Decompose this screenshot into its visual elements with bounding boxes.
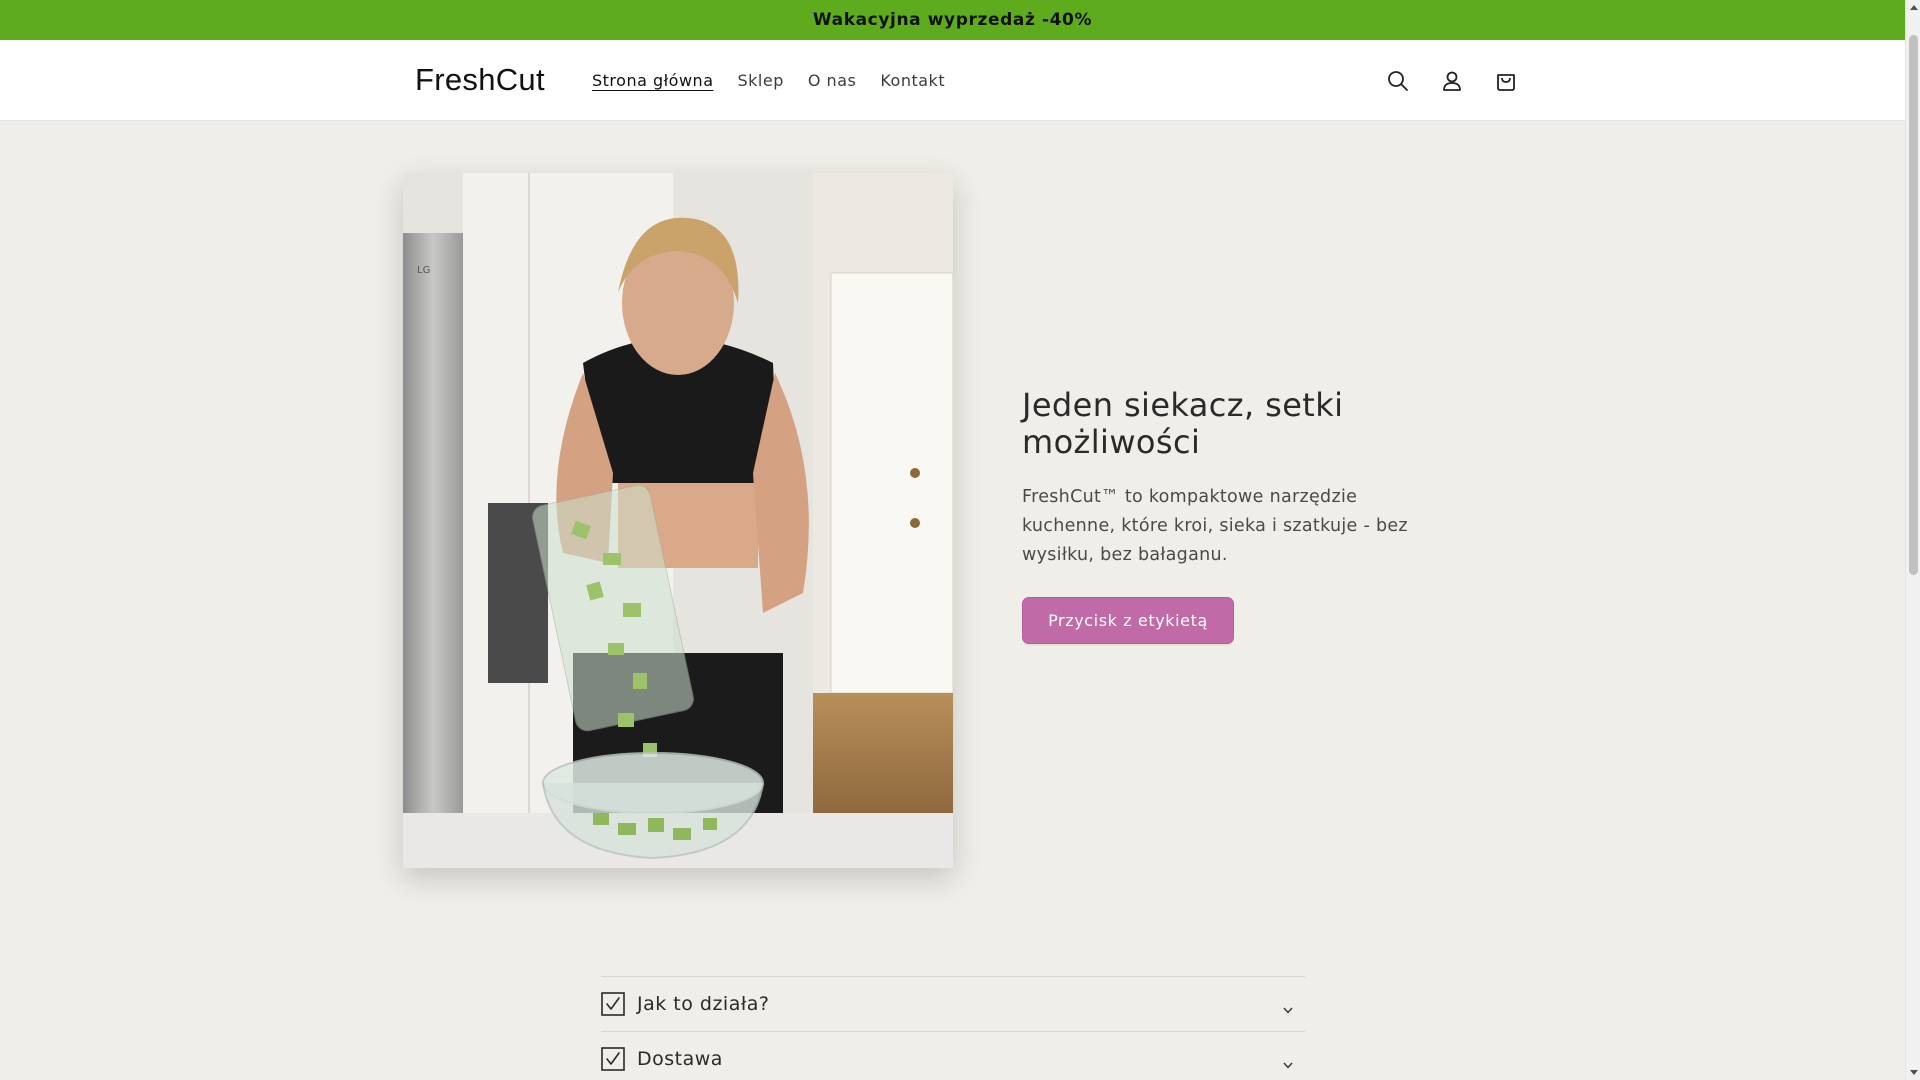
- announcement-bar: Wakacyjna wyprzedaż -40%: [0, 0, 1905, 40]
- nav-item-about[interactable]: O nas: [808, 71, 856, 90]
- hero-photo-illustration: LG: [403, 173, 953, 868]
- hero-image: LG: [403, 173, 953, 868]
- faq-item-label: Dostawa: [637, 1048, 723, 1070]
- nav-item-contact[interactable]: Kontakt: [880, 71, 945, 90]
- search-icon[interactable]: [1380, 63, 1416, 99]
- site-header: FreshCut Strona główna Sklep O nas Konta…: [0, 40, 1905, 121]
- hero-title: Jeden siekacz, setki możliwości: [1022, 386, 1344, 461]
- account-icon[interactable]: [1434, 63, 1470, 99]
- header-icons: [1380, 63, 1524, 99]
- hero-image-watermark: LG: [417, 265, 430, 276]
- faq-item-delivery[interactable]: Dostawa: [601, 1031, 1305, 1080]
- announcement-text: Wakacyjna wyprzedaż -40%: [812, 10, 1093, 30]
- checkbox-icon: [601, 1047, 625, 1071]
- scrollbar-thumb[interactable]: [1909, 35, 1918, 575]
- faq-item-how-it-works[interactable]: Jak to działa?: [601, 976, 1305, 1031]
- logo[interactable]: FreshCut: [415, 62, 545, 98]
- nav-item-shop[interactable]: Sklep: [738, 71, 784, 90]
- checkbox-icon: [601, 992, 625, 1016]
- hero-text-block: Jeden siekacz, setki możliwości FreshCut…: [1022, 387, 1442, 570]
- hero-cta-button[interactable]: Przycisk z etykietą: [1022, 597, 1234, 644]
- main-nav: Strona główna Sklep O nas Kontakt: [592, 40, 969, 121]
- scroll-down-arrow-icon[interactable]: [1910, 1070, 1918, 1075]
- scrollbar[interactable]: [1905, 0, 1920, 1080]
- scroll-up-arrow-icon[interactable]: [1910, 5, 1918, 10]
- chevron-down-icon: [1283, 999, 1293, 1018]
- faq-accordion: Jak to działa? Dostawa: [601, 976, 1305, 1080]
- nav-item-home[interactable]: Strona główna: [592, 71, 714, 90]
- chevron-down-icon: [1283, 1054, 1293, 1073]
- hero-description: FreshCut™ to kompaktowe narzędzie kuchen…: [1022, 487, 1408, 565]
- cart-icon[interactable]: [1488, 63, 1524, 99]
- faq-item-label: Jak to działa?: [637, 993, 770, 1015]
